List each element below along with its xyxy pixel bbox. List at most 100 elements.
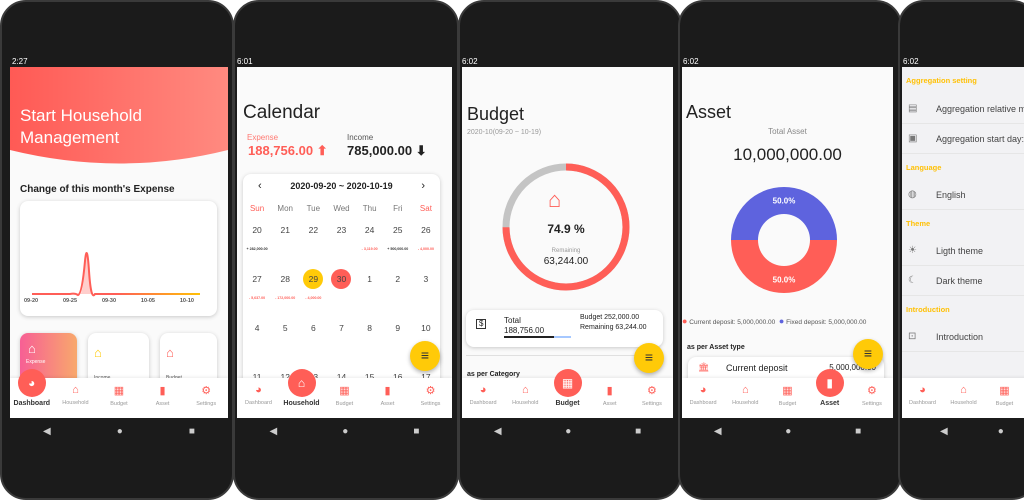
calendar-day[interactable]: 3	[412, 269, 440, 314]
setting-aggregation-start[interactable]: ▣ Aggregation start day:	[902, 124, 1024, 154]
calendar-day[interactable]: 25 + 500,000.00	[384, 220, 412, 265]
nav-asset[interactable]: ▮ Asset	[589, 378, 631, 418]
asset-donut-chart: 50.0% 50.0%	[731, 187, 837, 293]
calendar-day[interactable]: 9	[384, 318, 412, 363]
calendar-icon: ▦	[553, 369, 582, 397]
expense-card-label: Expense	[26, 359, 46, 365]
nav-household[interactable]: ⌂ Household	[54, 378, 98, 418]
calendar-day[interactable]: 5	[271, 318, 299, 363]
pie-icon: ◕	[255, 384, 262, 396]
calendar-day[interactable]: 26- 4,000.00	[412, 220, 440, 265]
slice-label: 50.0%	[773, 197, 796, 206]
back-icon[interactable]: ◀	[270, 426, 278, 437]
nav-dashboard[interactable]: ◕ Dashboard	[10, 369, 54, 418]
calendar-day[interactable]: 7	[327, 318, 355, 363]
nav-settings[interactable]: ⚙ Settings	[851, 378, 893, 418]
nav-dashboard[interactable]: ◕ Dashboard	[462, 378, 504, 418]
nav-household[interactable]: ⌂ Household	[943, 378, 984, 418]
home-icon[interactable]: ●	[998, 426, 1004, 437]
calendar-day[interactable]: 23	[327, 220, 355, 265]
home-icon[interactable]: ●	[565, 426, 571, 437]
menu-fab[interactable]: ≡	[853, 339, 883, 369]
android-nav: ◀ ●	[902, 418, 1024, 445]
x-tick: 09-30	[101, 298, 117, 304]
menu-fab[interactable]: ≡	[410, 341, 440, 371]
nav-dashboard[interactable]: ◕ Dashboard	[902, 378, 943, 418]
calendar-day[interactable]: 28- 172,000.00	[271, 269, 299, 314]
back-icon[interactable]: ◀	[940, 426, 948, 437]
moon-icon: ☾	[908, 275, 917, 286]
x-tick: 10-05	[140, 298, 155, 304]
nav-budget[interactable]: ▦ Budget	[323, 378, 366, 418]
status-time: 6:02	[462, 57, 478, 66]
bottom-nav: ◕Dashboard ⌂Household ▦Budget ▮Asset ⚙Se…	[682, 369, 893, 418]
legend-swatch: ●	[778, 316, 785, 326]
setting-language[interactable]: ◍ English	[902, 180, 1024, 210]
back-icon[interactable]: ◀	[494, 426, 502, 437]
status-time: 6:02	[683, 57, 699, 66]
setting-introduction[interactable]: ⊡ Introduction	[902, 322, 1024, 352]
nav-budget[interactable]: ▦ Budget	[984, 378, 1024, 418]
android-nav: ◀ ● ■	[462, 418, 673, 445]
page-title: Calendar	[243, 102, 321, 123]
weekday: Fri	[393, 204, 403, 213]
setting-aggregation-relative[interactable]: ▤ Aggregation relative m	[902, 94, 1024, 124]
nav-budget[interactable]: ▦ Budget	[766, 378, 808, 418]
calendar-day[interactable]: 20 + 282,000.00	[243, 220, 271, 265]
calendar-day[interactable]: 6	[299, 318, 327, 363]
weekday: Sat	[419, 204, 432, 213]
calendar-day[interactable]: 2	[384, 269, 412, 314]
home-icon[interactable]: ●	[785, 426, 791, 437]
remaining-value: 63,244.00	[543, 256, 589, 267]
calendar-day[interactable]: 1	[356, 269, 384, 314]
nav-household[interactable]: ⌂ Household	[724, 378, 766, 418]
settings-header: Aggregation setting	[906, 76, 977, 85]
back-icon[interactable]: ◀	[714, 426, 722, 437]
next-month-icon[interactable]: ›	[421, 180, 425, 192]
weekday: Wed	[333, 204, 350, 213]
expense-label: Expense	[247, 133, 279, 142]
status-time: 6:02	[903, 57, 919, 66]
nav-budget[interactable]: ▦ Budget	[97, 378, 141, 418]
calendar-day[interactable]: 27- 5,637.00	[243, 269, 271, 314]
income-label: Income	[347, 133, 374, 142]
calendar-day[interactable]: 30	[327, 269, 355, 314]
total-card[interactable]: $ Total 188,756.00 Budget 252,000.00 Rem…	[466, 310, 663, 347]
nav-dashboard[interactable]: ◕ Dashboard	[682, 378, 724, 418]
home-icon[interactable]: ●	[117, 426, 123, 437]
x-tick: 09-25	[62, 298, 78, 304]
calendar-week: 20 + 282,000.00 21 22 23 24- 3,119.00 25 + 500,…	[243, 220, 440, 265]
back-icon[interactable]: ◀	[43, 426, 51, 437]
nav-budget[interactable]: ▦ Budget	[546, 369, 588, 418]
calendar-day[interactable]: 29- 4,000.00	[299, 269, 327, 314]
nav-settings[interactable]: ⚙ Settings	[409, 378, 452, 418]
calendar-day[interactable]: 4	[243, 318, 271, 363]
nav-household[interactable]: ⌂ Household	[280, 369, 323, 418]
calendar-day[interactable]: 24- 3,119.00	[356, 220, 384, 265]
nav-dashboard[interactable]: ◕ Dashboard	[237, 378, 280, 418]
calendar-day[interactable]: 8	[356, 318, 384, 363]
total-asset-value: 10,000,000.00	[733, 145, 842, 164]
recents-icon[interactable]: ■	[189, 426, 195, 437]
recents-icon[interactable]: ■	[635, 426, 641, 437]
calendar-icon: ▦	[999, 385, 1010, 397]
sun-icon: ☀	[908, 245, 917, 256]
slice-label: 50.0%	[773, 276, 796, 285]
setting-light-theme[interactable]: ☀ Ligth theme	[902, 236, 1024, 266]
nav-household[interactable]: ⌂ Household	[504, 378, 546, 418]
home-icon[interactable]: ●	[342, 426, 348, 437]
settings-header: Theme	[906, 219, 931, 228]
setting-dark-theme[interactable]: ☾ Dark theme	[902, 266, 1024, 296]
nav-asset[interactable]: ▮ Asset	[141, 378, 185, 418]
menu-fab[interactable]: ≡	[634, 343, 664, 373]
recents-icon[interactable]: ■	[855, 426, 861, 437]
house-icon: ⌂	[521, 384, 529, 396]
nav-asset[interactable]: ▮ Asset	[366, 378, 409, 418]
bottom-nav: ◕Dashboard ⌂Household ▦Budget ▮Asset ⚙Se…	[237, 369, 452, 418]
calendar-day[interactable]: 21	[271, 220, 299, 265]
nav-settings[interactable]: ⚙ Settings	[631, 378, 673, 418]
calendar-day[interactable]: 22	[299, 220, 327, 265]
recents-icon[interactable]: ■	[413, 426, 419, 437]
nav-asset[interactable]: ▮ Asset	[809, 369, 851, 418]
nav-settings[interactable]: ⚙ Settings	[184, 378, 228, 418]
